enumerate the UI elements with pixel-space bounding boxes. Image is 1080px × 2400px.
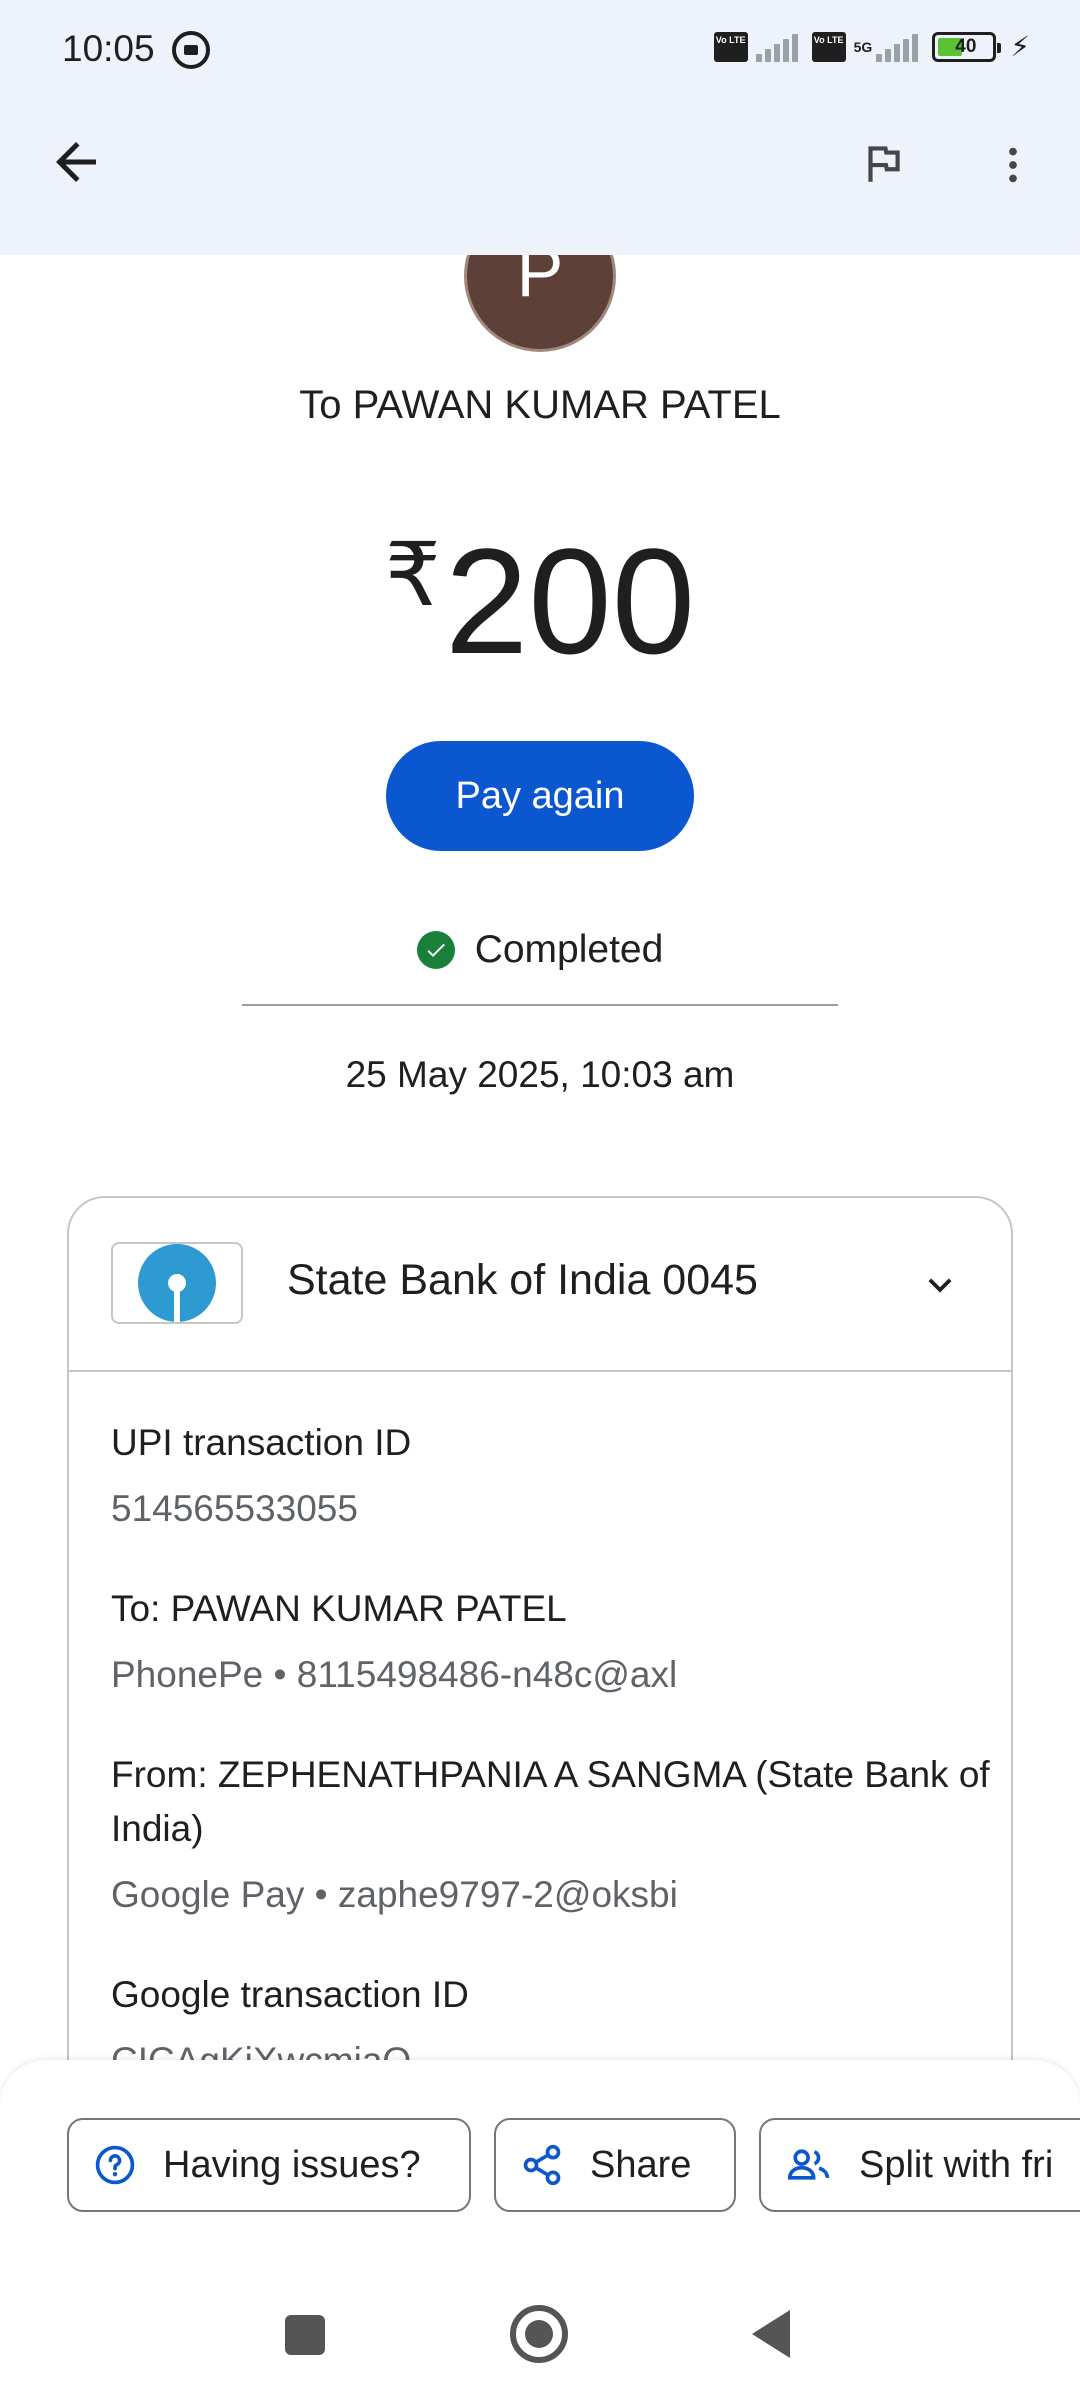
dnd-icon [172,31,210,69]
transaction-details-card: State Bank of India 0045 UPI transaction… [67,1196,1013,2196]
having-issues-label: Having issues? [163,2143,421,2186]
detail-label: Google transaction ID [111,1974,469,2015]
signal-icon [755,32,798,62]
status-text: Completed [474,928,664,971]
more-vert-icon[interactable] [990,138,1036,192]
battery-icon: 40 [932,31,1002,62]
detail-label: From: ZEPHENATHPANIA A SANGMA (State Ban… [111,1754,990,1849]
bank-name: State Bank of India 0045 [287,1256,758,1304]
help-icon [95,2145,135,2185]
signal-icon-2 [876,32,919,62]
payment-status: Completed [0,928,1080,972]
volte-icon: Vo LTE [713,31,748,62]
split-label: Split with fri [859,2143,1054,2186]
detail-upi-id: UPI transaction ID 514565533055 [111,1416,991,1536]
system-nav-bar [0,2270,1080,2400]
status-icons: Vo LTE Vo LTE 5G 40 ⚡ [713,30,1030,63]
back-arrow-icon[interactable] [46,132,106,192]
detail-label: To: PAWAN KUMAR PATEL [111,1588,567,1629]
recents-button[interactable] [285,2315,325,2355]
share-button[interactable]: Share [494,2118,736,2212]
transaction-datetime: 25 May 2025, 10:03 am [345,1054,735,1095]
volte-icon-2: Vo LTE [811,31,846,62]
detail-value: Google Pay • zaphe9797-2@oksbi [111,1874,678,1915]
battery-level: 40 [955,35,977,57]
top-app-bar: 10:05 Vo LTE Vo LTE 5G 40 ⚡ [0,0,1080,255]
network-type: 5G [853,38,873,55]
pay-again-button[interactable]: Pay again [386,741,694,851]
home-button[interactable] [510,2305,568,2363]
detail-label: UPI transaction ID [111,1422,412,1463]
share-icon [523,2144,561,2186]
detail-to: To: PAWAN KUMAR PATEL PhonePe • 81154984… [111,1582,991,1702]
share-label: Share [590,2143,692,2186]
chevron-down-icon[interactable] [917,1262,963,1308]
people-icon [787,2149,830,2180]
divider [242,1004,838,1006]
having-issues-button[interactable]: Having issues? [67,2118,471,2212]
split-with-friends-button[interactable]: Split with fri [759,2118,1080,2212]
bank-logo [111,1242,243,1324]
nav-back-button[interactable] [752,2310,790,2358]
check-circle-icon [416,931,455,969]
detail-value: 514565533055 [111,1488,358,1529]
bank-account-row[interactable]: State Bank of India 0045 [69,1198,1011,1372]
flag-icon[interactable] [858,138,908,188]
amount: ₹200 [0,490,1080,686]
status-bar: 10:05 Vo LTE Vo LTE 5G 40 ⚡ [0,0,1080,100]
currency-symbol: ₹ [384,525,441,624]
detail-value: PhonePe • 8115498486-n48c@axl [111,1654,678,1695]
status-time: 10:05 [62,28,155,69]
charging-icon: ⚡ [1010,31,1030,62]
amount-value: 200 [444,517,696,685]
recipient-name: To PAWAN KUMAR PATEL [299,383,781,427]
detail-from: From: ZEPHENATHPANIA A SANGMA (State Ban… [111,1748,991,1922]
sbi-logo-icon [138,1244,216,1322]
